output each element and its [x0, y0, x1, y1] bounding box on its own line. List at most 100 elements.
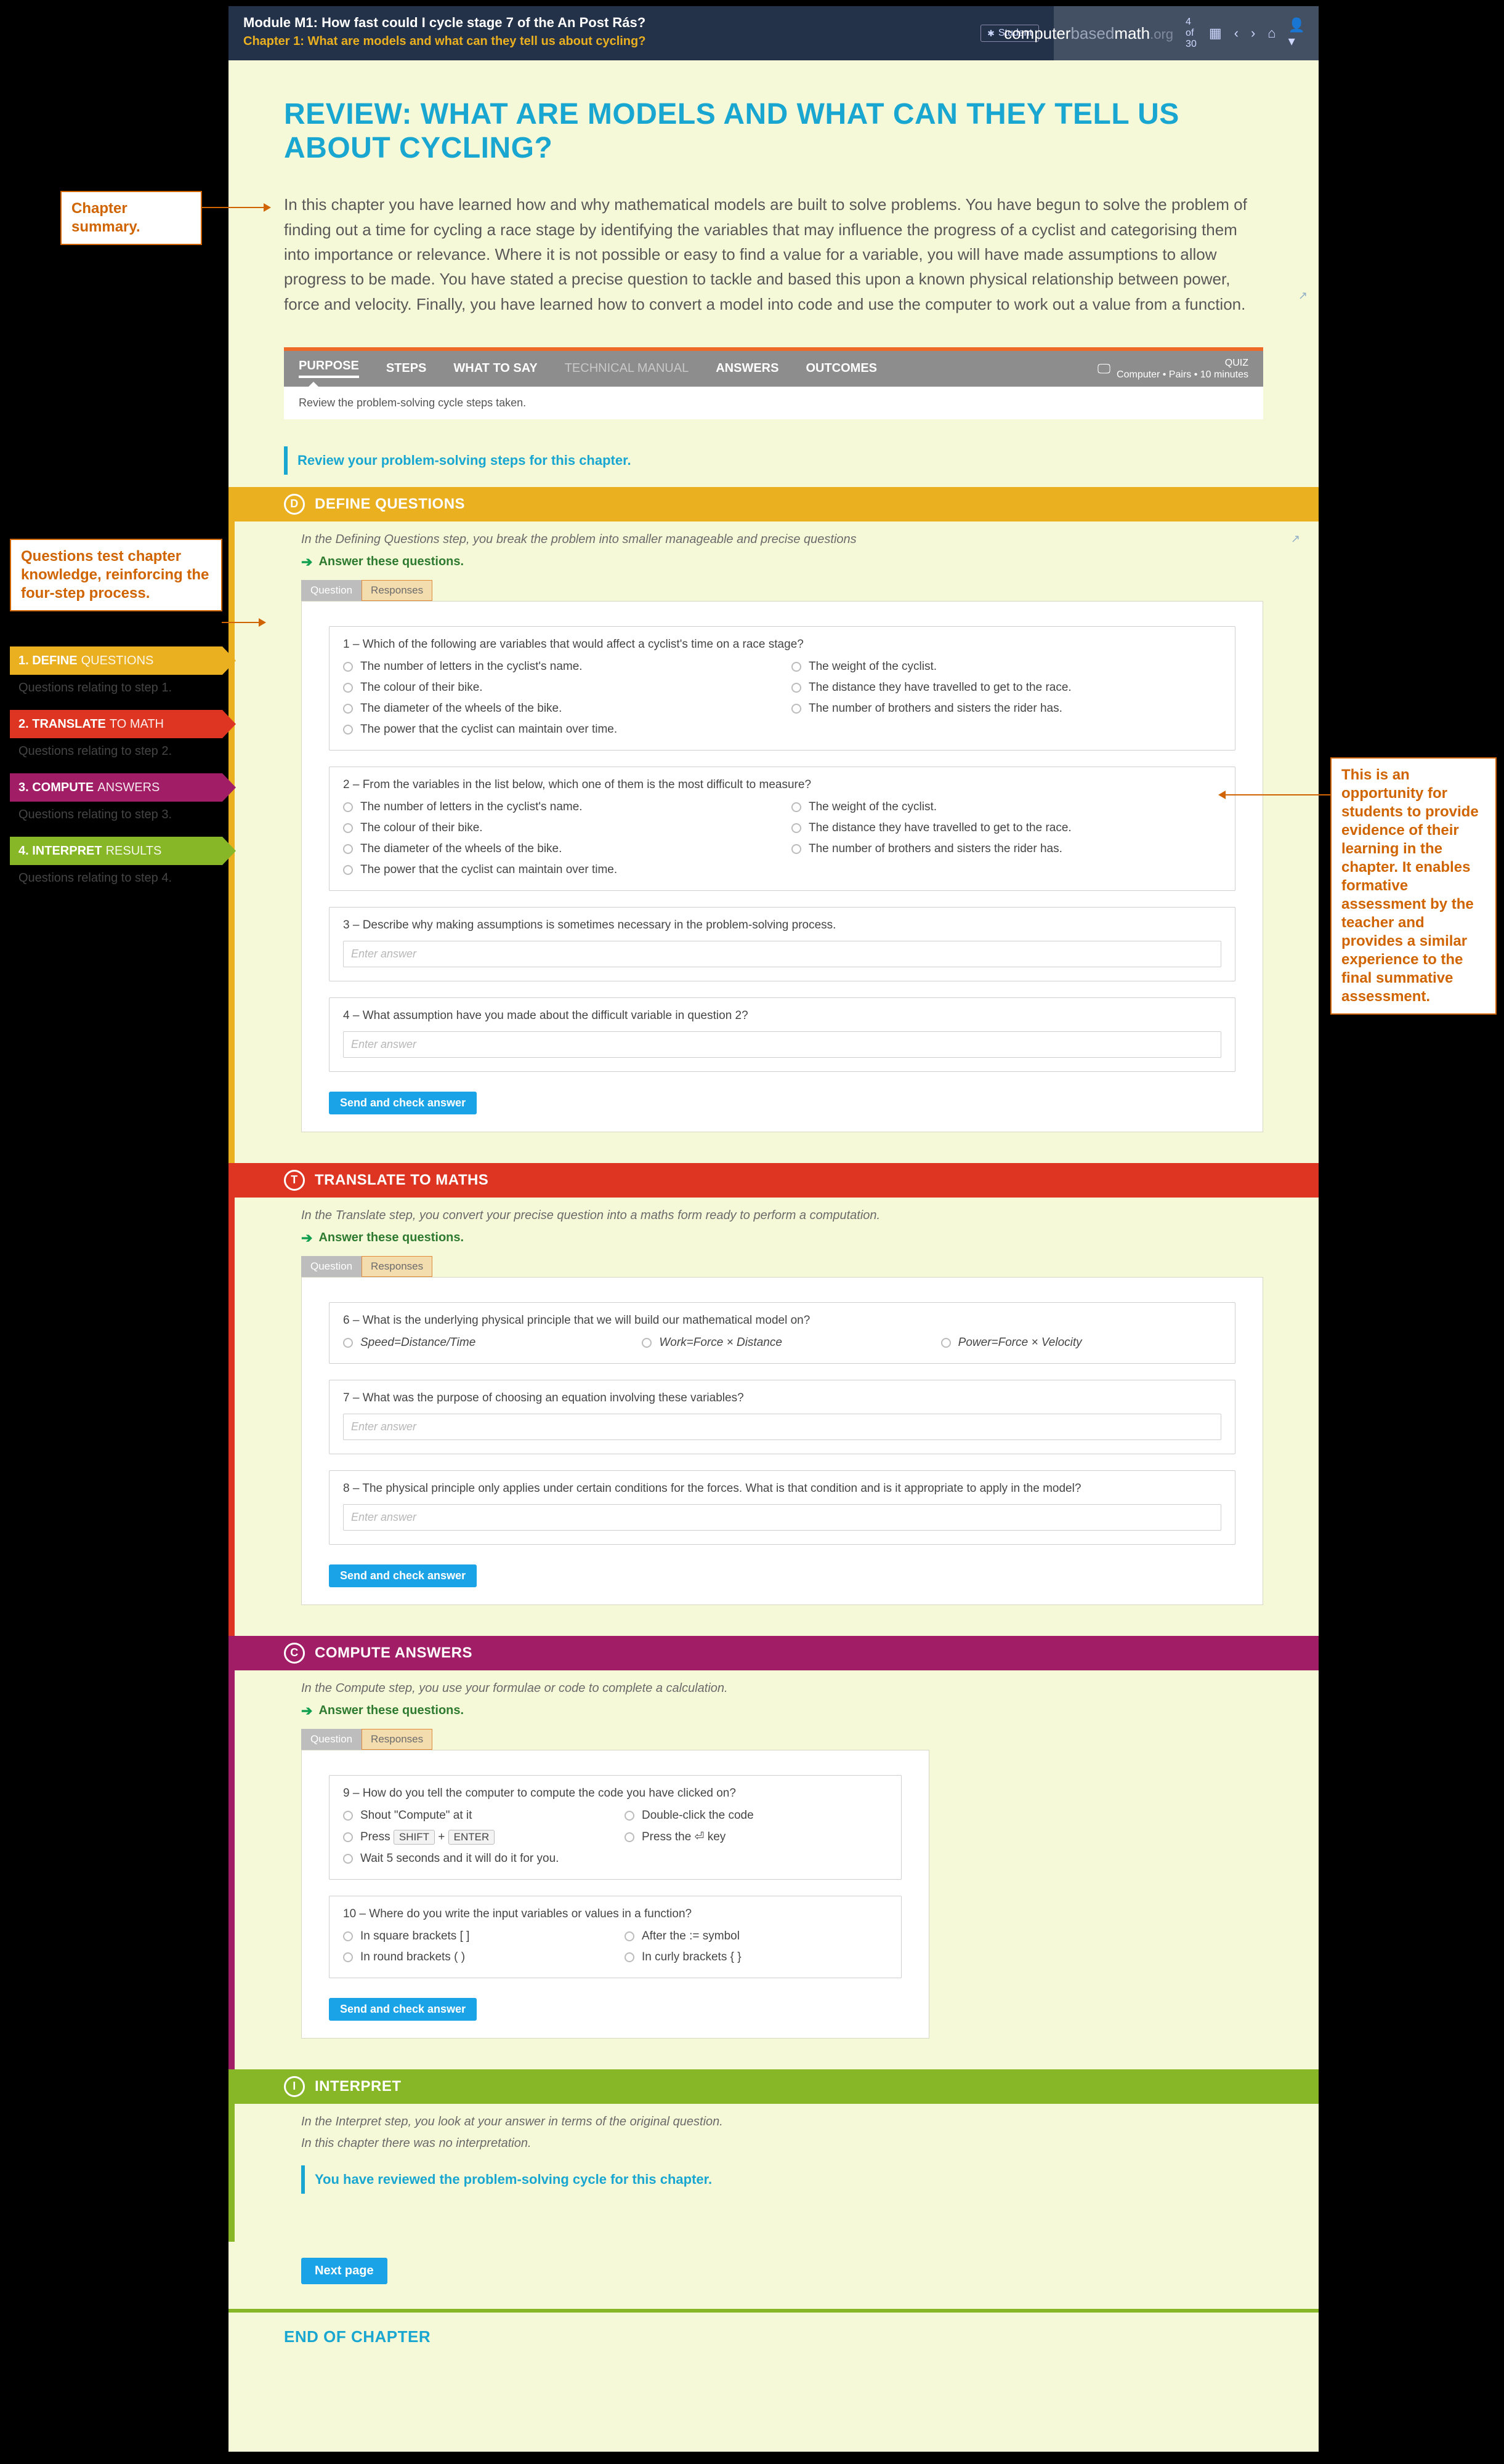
option-label: Wait 5 seconds and it will do it for you…	[360, 1852, 559, 1866]
option-label: The power that the cyclist can maintain …	[360, 863, 617, 877]
answer-input[interactable]: Enter answer	[343, 1504, 1221, 1531]
send-check-button[interactable]: Send and check answer	[329, 1092, 477, 1114]
kbd-key: SHIFT	[394, 1830, 435, 1845]
send-check-button[interactable]: Send and check answer	[329, 1998, 477, 2021]
radio-icon	[343, 865, 353, 875]
option[interactable]: The number of letters in the cyclist's n…	[343, 800, 773, 814]
option[interactable]: In curly brackets { }	[625, 1951, 887, 1964]
popout-icon[interactable]: ↗	[1291, 533, 1300, 546]
question-4: 4 – What assumption have you made about …	[329, 997, 1235, 1072]
option-label: The number of letters in the cyclist's n…	[360, 660, 583, 674]
annot-text: Chapter summary.	[60, 191, 202, 245]
chip-light: QUESTIONS	[81, 654, 154, 668]
chip-bold: 1. DEFINE	[18, 654, 78, 668]
user-icon[interactable]: 👤▾	[1288, 17, 1305, 49]
quiz-label: QUIZ	[1117, 357, 1248, 369]
next-icon[interactable]: ›	[1251, 25, 1255, 41]
option[interactable]: The colour of their bike.	[343, 681, 773, 695]
prev-icon[interactable]: ‹	[1234, 25, 1239, 41]
option[interactable]: Speed=Distance/Time	[343, 1336, 623, 1350]
radio-icon	[941, 1338, 951, 1348]
radio-icon	[642, 1338, 652, 1348]
tab-answers[interactable]: ANSWERS	[716, 361, 778, 376]
radio-icon	[343, 844, 353, 854]
step-title: INTERPRET	[315, 2078, 402, 2095]
annot-text: This is an opportunity for students to p…	[1330, 757, 1497, 1015]
option[interactable]: The number of brothers and sisters the r…	[791, 842, 1221, 856]
quiz-panel-translate: 6 – What is the underlying physical prin…	[301, 1277, 1263, 1605]
radio-icon	[343, 1811, 353, 1821]
grid-icon[interactable]: ▦	[1209, 25, 1222, 41]
radio-icon	[791, 662, 801, 672]
question-text: 2 – From the variables in the list below…	[343, 778, 1221, 792]
step-title: DEFINE QUESTIONS	[315, 496, 465, 513]
step-intro: In the Interpret step, you look at your …	[301, 2115, 1263, 2129]
answer-input[interactable]: Enter answer	[343, 1414, 1221, 1440]
option-label: After the := symbol	[642, 1930, 740, 1943]
step-intro: In the Defining Questions step, you brea…	[301, 533, 1263, 547]
option[interactable]: The diameter of the wheels of the bike.	[343, 702, 773, 715]
quiz-panel-compute: 9 – How do you tell the computer to comp…	[301, 1750, 929, 2039]
option-label: The weight of the cyclist.	[809, 660, 937, 674]
option[interactable]: In square brackets [ ]	[343, 1930, 606, 1943]
option[interactable]: The power that the cyclist can maintain …	[343, 723, 773, 736]
option[interactable]: The weight of the cyclist.	[791, 800, 1221, 814]
radio-icon	[791, 844, 801, 854]
option[interactable]: Double-click the code	[625, 1809, 887, 1822]
radio-icon	[343, 1952, 353, 1962]
answer-input[interactable]: Enter answer	[343, 1031, 1221, 1058]
option-label: Press the ⏎ key	[642, 1830, 726, 1844]
home-icon[interactable]: ⌂	[1267, 25, 1276, 41]
option[interactable]: The number of letters in the cyclist's n…	[343, 660, 773, 674]
tab-question[interactable]: Question	[301, 580, 362, 601]
tab-responses[interactable]: Responses	[362, 580, 432, 601]
answer-these: Answer these questions.	[301, 1230, 1263, 1246]
option[interactable]: Press the ⏎ key	[625, 1830, 887, 1845]
radio-icon	[343, 683, 353, 693]
option[interactable]: Press SHIFT + ENTER	[343, 1830, 606, 1845]
tab-responses[interactable]: Responses	[362, 1729, 432, 1750]
option[interactable]: The number of brothers and sisters the r…	[791, 702, 1221, 715]
tab-question[interactable]: Question	[301, 1256, 362, 1277]
tab-question[interactable]: Question	[301, 1729, 362, 1750]
option[interactable]: The distance they have travelled to get …	[791, 821, 1221, 835]
tab-steps[interactable]: STEPS	[386, 361, 427, 376]
option[interactable]: The power that the cyclist can maintain …	[343, 863, 773, 877]
brand[interactable]: computerbasedmath.org	[1004, 24, 1173, 43]
tab-whattosay[interactable]: WHAT TO SAY	[453, 361, 537, 376]
annot-step-chips: 1. DEFINEQUESTIONS Questions relating to…	[10, 646, 222, 900]
tab-purpose[interactable]: PURPOSE	[299, 359, 359, 378]
option[interactable]: The weight of the cyclist.	[791, 660, 1221, 674]
answer-input[interactable]: Enter answer	[343, 941, 1221, 967]
option[interactable]: Wait 5 seconds and it will do it for you…	[343, 1852, 606, 1866]
popout-icon[interactable]: ↗	[1298, 289, 1308, 302]
question-8: 8 – The physical principle only applies …	[329, 1470, 1235, 1545]
option[interactable]: Shout "Compute" at it	[343, 1809, 606, 1822]
radio-icon	[343, 1338, 353, 1348]
next-page-button[interactable]: Next page	[301, 2258, 387, 2284]
txt: Press	[360, 1830, 394, 1843]
option[interactable]: Power=Force × Velocity	[941, 1336, 1221, 1350]
option[interactable]: The colour of their bike.	[343, 821, 773, 835]
question-text: 8 – The physical principle only applies …	[343, 1482, 1221, 1496]
tab-techmanual[interactable]: TECHNICAL MANUAL	[565, 361, 689, 376]
quiz-meta: 🖵 QUIZ Computer • Pairs • 10 minutes	[1098, 357, 1248, 380]
option-label: In round brackets ( )	[360, 1951, 465, 1964]
option[interactable]: In round brackets ( )	[343, 1951, 606, 1964]
option[interactable]: After the := symbol	[625, 1930, 887, 1943]
option[interactable]: The diameter of the wheels of the bike.	[343, 842, 773, 856]
reviewed-line: You have reviewed the problem-solving cy…	[301, 2165, 1263, 2194]
tab-responses[interactable]: Responses	[362, 1256, 432, 1277]
chip-sub: Questions relating to step 3.	[18, 808, 222, 822]
option-label: The colour of their bike.	[360, 681, 483, 695]
send-check-button[interactable]: Send and check answer	[329, 1564, 477, 1587]
section-tabstrip: PURPOSE STEPS WHAT TO SAY TECHNICAL MANU…	[284, 347, 1263, 419]
step-intro: In the Translate step, you convert your …	[301, 1209, 1263, 1223]
option-label: Speed=Distance/Time	[360, 1336, 475, 1350]
tab-outcomes[interactable]: OUTCOMES	[806, 361, 877, 376]
brand-tld: .org	[1150, 26, 1173, 42]
option[interactable]: The distance they have travelled to get …	[791, 681, 1221, 695]
option[interactable]: Work=Force × Distance	[642, 1336, 922, 1350]
page-title: REVIEW: WHAT ARE MODELS AND WHAT CAN THE…	[284, 97, 1263, 165]
option-label: The colour of their bike.	[360, 821, 483, 835]
